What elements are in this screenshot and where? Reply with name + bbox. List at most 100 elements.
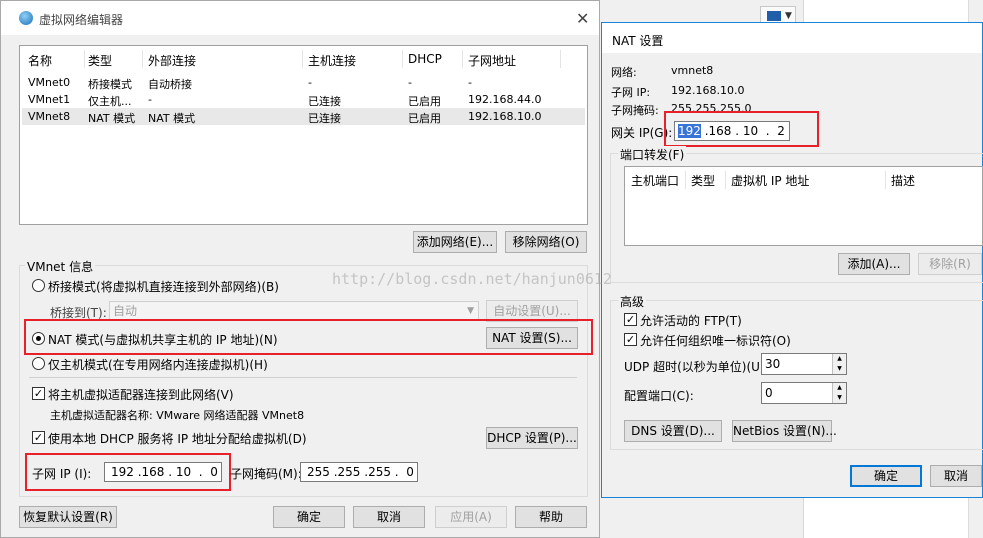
bridge-mode-label[interactable]: 桥接模式(将虚拟机直接连接到外部网络)(B)	[48, 278, 279, 295]
row-external: 自动桥接	[148, 78, 192, 91]
dialog-title: 虚拟网络编辑器	[39, 13, 124, 27]
vmnet-info-label: VMnet 信息	[25, 258, 96, 275]
use-dhcp-checkbox[interactable]: ✓	[32, 431, 45, 444]
pf-header-host-port[interactable]: 主机端口	[631, 172, 679, 189]
nat-settings-dialog: NAT 设置 网络: vmnet8 子网 IP: 192.168.10.0 子网…	[601, 22, 983, 498]
column-header-name[interactable]: 名称	[28, 52, 52, 69]
network-list[interactable]: 名称 类型 外部连接 主机连接 DHCP 子网地址 VMnet0 桥接模式 自动…	[19, 45, 588, 225]
row-external: NAT 模式	[148, 112, 196, 125]
row-host: 已连接	[308, 95, 341, 108]
row-host: -	[308, 76, 312, 89]
column-divider	[560, 50, 561, 68]
subnet-mask-input[interactable]: 255 .255 .255 . 0	[300, 462, 418, 482]
host-only-radio[interactable]	[32, 357, 45, 370]
column-divider	[685, 171, 686, 189]
add-network-button[interactable]: 添加网络(E)...	[413, 231, 497, 253]
column-header-external[interactable]: 外部连接	[148, 52, 196, 69]
network-globe-icon	[19, 11, 33, 25]
nat-ok-button[interactable]: 确定	[850, 465, 922, 487]
row-dhcp: 已启用	[408, 95, 441, 108]
row-external: -	[148, 93, 152, 106]
row-name: VMnet8	[28, 110, 71, 123]
column-divider	[302, 50, 303, 68]
column-header-host[interactable]: 主机连接	[308, 52, 356, 69]
port-forward-table[interactable]: 主机端口 类型 虚拟机 IP 地址 描述	[624, 166, 983, 246]
spinner-arrows-icon[interactable]: ▲ ▼	[832, 354, 846, 374]
column-divider	[462, 50, 463, 68]
divider	[29, 377, 577, 378]
dhcp-settings-button[interactable]: DHCP 设置(P)...	[486, 427, 578, 449]
ok-button[interactable]: 确定	[273, 506, 345, 528]
pf-header-desc[interactable]: 描述	[891, 172, 915, 189]
highlight-annotation	[24, 319, 593, 355]
udp-timeout-label: UDP 超时(以秒为单位)(U):	[624, 360, 769, 374]
restore-defaults-button[interactable]: 恢复默认设置(R)	[19, 506, 117, 528]
config-port-label: 配置端口(C):	[624, 389, 694, 403]
nat-subnet-mask-label: 子网掩码:	[611, 104, 659, 117]
column-divider	[402, 50, 403, 68]
virtual-network-editor-dialog: 虚拟网络编辑器 ✕ 名称 类型 外部连接 主机连接 DHCP 子网地址 VMne…	[0, 0, 600, 538]
cancel-button[interactable]: 取消	[353, 506, 425, 528]
table-row[interactable]: VMnet0 桥接模式 自动桥接 - - -	[22, 74, 585, 91]
row-host: 已连接	[308, 112, 341, 125]
monitor-icon	[767, 11, 781, 21]
watermark-text: http://blog.csdn.net/hanjun0612	[332, 270, 612, 288]
adapter-name-text: 主机虚拟适配器名称: VMware 网络适配器 VMnet8	[50, 409, 305, 422]
close-icon[interactable]: ✕	[576, 9, 589, 28]
column-header-dhcp[interactable]: DHCP	[408, 52, 442, 66]
network-label: 网络:	[611, 66, 637, 79]
allow-oui-checkbox[interactable]: ✓	[624, 333, 637, 346]
add-port-button[interactable]: 添加(A)...	[838, 253, 910, 275]
config-port-value: 0	[765, 386, 773, 400]
column-divider	[885, 171, 886, 189]
row-type: 仅主机...	[88, 95, 132, 108]
pf-header-type[interactable]: 类型	[691, 172, 715, 189]
chevron-down-icon: ▼	[467, 306, 474, 316]
pf-header-vm-ip[interactable]: 虚拟机 IP 地址	[731, 172, 809, 189]
config-port-spinner[interactable]: 0 ▲ ▼	[761, 382, 847, 404]
allow-oui-label[interactable]: 允许任何组织唯一标识符(O)	[640, 332, 791, 349]
use-dhcp-label[interactable]: 使用本地 DHCP 服务将 IP 地址分配给虚拟机(D)	[48, 430, 307, 447]
row-name: VMnet0	[28, 76, 71, 89]
connect-adapter-label[interactable]: 将主机虚拟适配器连接到此网络(V)	[48, 386, 234, 403]
port-forward-label: 端口转发(F)	[618, 146, 687, 163]
row-dhcp: 已启用	[408, 112, 441, 125]
column-divider	[84, 50, 85, 68]
help-button[interactable]: 帮助	[515, 506, 587, 528]
chevron-down-icon: ▼	[785, 11, 792, 21]
dns-settings-button[interactable]: DNS 设置(D)...	[624, 420, 722, 442]
spinner-arrows-icon[interactable]: ▲ ▼	[832, 383, 846, 403]
row-subnet: 192.168.10.0	[468, 110, 542, 123]
host-only-label[interactable]: 仅主机模式(在专用网络内连接虚拟机)(H)	[48, 356, 268, 373]
subnet-mask-label: 子网掩码(M):	[230, 467, 302, 481]
bridge-mode-radio[interactable]	[32, 279, 45, 292]
column-header-subnet[interactable]: 子网地址	[468, 52, 516, 69]
allow-ftp-checkbox[interactable]: ✓	[624, 313, 637, 326]
udp-timeout-spinner[interactable]: 30 ▲ ▼	[761, 353, 847, 375]
row-dhcp: -	[408, 76, 412, 89]
nat-subnet-ip-value: 192.168.10.0	[671, 84, 745, 97]
bridge-to-select[interactable]: 自动 ▼	[109, 301, 479, 321]
udp-timeout-value: 30	[765, 357, 781, 371]
netbios-settings-button[interactable]: NetBios 设置(N)...	[732, 420, 837, 442]
table-row-selected[interactable]: VMnet8 NAT 模式 NAT 模式 已连接 已启用 192.168.10.…	[22, 108, 585, 125]
remove-port-button[interactable]: 移除(R)	[918, 253, 982, 275]
table-row[interactable]: VMnet1 仅主机... - 已连接 已启用 192.168.44.0	[22, 91, 585, 108]
advanced-label: 高级	[618, 293, 647, 310]
bridge-to-value: 自动	[113, 304, 138, 318]
nat-title-bar: NAT 设置	[602, 23, 982, 53]
row-type: 桥接模式	[88, 78, 132, 91]
row-subnet: 192.168.44.0	[468, 93, 542, 106]
row-subnet: -	[468, 76, 472, 89]
nat-dialog-title: NAT 设置	[612, 34, 664, 48]
remove-network-button[interactable]: 移除网络(O)	[505, 231, 587, 253]
allow-ftp-label[interactable]: 允许活动的 FTP(T)	[640, 312, 742, 329]
column-header-type[interactable]: 类型	[88, 52, 112, 69]
network-value: vmnet8	[671, 64, 714, 77]
apply-button[interactable]: 应用(A)	[435, 506, 507, 528]
row-name: VMnet1	[28, 93, 71, 106]
nat-cancel-button[interactable]: 取消	[930, 465, 982, 487]
column-divider	[725, 171, 726, 189]
connect-adapter-checkbox[interactable]: ✓	[32, 387, 45, 400]
title-bar: 虚拟网络编辑器 ✕	[1, 1, 599, 35]
